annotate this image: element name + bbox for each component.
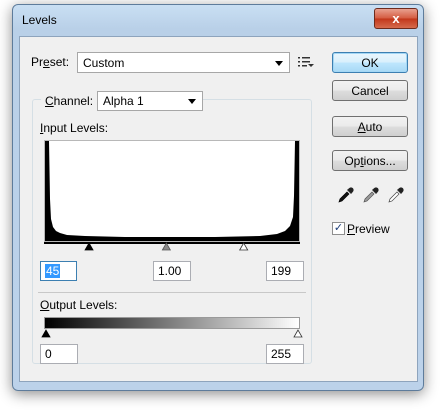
options-button[interactable]: Options...: [332, 150, 408, 171]
close-button[interactable]: x: [374, 8, 418, 29]
preset-value: Custom: [83, 55, 125, 70]
output-levels-slider[interactable]: [41, 329, 303, 340]
histogram: [44, 140, 300, 242]
chevron-down-icon: [188, 99, 196, 104]
preset-dropdown[interactable]: Custom: [77, 52, 290, 73]
histogram-graph: [45, 141, 299, 241]
channel-label: Channel:: [41, 94, 98, 108]
gray-eyedropper-icon[interactable]: [362, 186, 380, 204]
input-gamma-field[interactable]: 1.00: [153, 261, 191, 281]
checkmark-icon: ✓: [333, 222, 344, 234]
output-black-thumb[interactable]: [41, 329, 51, 338]
input-gamma-thumb[interactable]: [161, 242, 172, 251]
auto-button-label: Auto: [357, 119, 383, 134]
ok-button[interactable]: OK: [332, 52, 408, 73]
output-gradient-bar: [44, 317, 300, 329]
output-white-field[interactable]: 255: [266, 344, 304, 364]
options-button-label: Options...: [344, 153, 396, 168]
preview-checkbox[interactable]: ✓: [332, 222, 345, 235]
white-eyedropper-icon[interactable]: [387, 186, 405, 204]
channel-value: Alpha 1: [103, 94, 144, 108]
preset-options-icon[interactable]: [298, 56, 314, 68]
input-black-field[interactable]: 45: [40, 261, 77, 281]
input-levels-label: Input Levels:: [40, 121, 109, 135]
input-white-thumb[interactable]: [238, 242, 249, 251]
chevron-down-icon: [275, 60, 283, 66]
input-white-field[interactable]: 199: [266, 261, 304, 281]
input-white-value: 199: [271, 264, 292, 278]
ok-button-label: OK: [361, 55, 379, 70]
preview-label[interactable]: Preview: [347, 222, 390, 236]
auto-button[interactable]: Auto: [332, 116, 408, 137]
cancel-button-label: Cancel: [351, 83, 389, 98]
input-black-thumb[interactable]: [84, 242, 94, 251]
input-levels-slider[interactable]: [44, 242, 300, 253]
input-black-value: 45: [45, 264, 61, 278]
preset-label: Preset:: [31, 55, 70, 69]
channel-dropdown[interactable]: Alpha 1: [97, 91, 203, 111]
output-black-field[interactable]: 0: [40, 344, 78, 364]
input-gamma-value: 1.00: [158, 264, 182, 278]
cancel-button[interactable]: Cancel: [332, 80, 408, 101]
window-title: Levels: [22, 13, 57, 27]
black-eyedropper-icon[interactable]: [337, 186, 355, 204]
separator: [38, 292, 306, 293]
close-icon: x: [392, 11, 400, 26]
output-levels-label: Output Levels:: [40, 298, 118, 312]
output-black-value: 0: [45, 347, 52, 361]
output-white-value: 255: [271, 347, 292, 361]
